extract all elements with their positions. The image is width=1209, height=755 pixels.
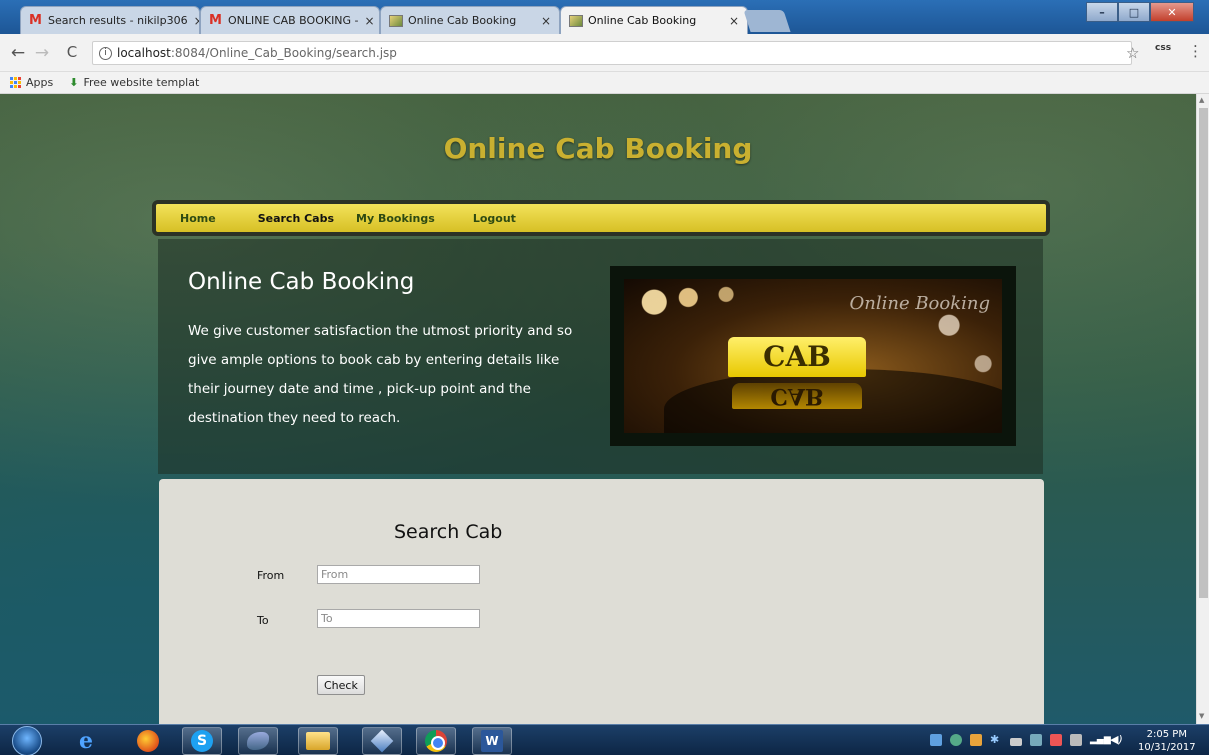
back-arrow-icon[interactable]: ← (8, 43, 28, 63)
page-icon (569, 14, 583, 27)
from-label: From (257, 569, 285, 582)
cab-sign-reflection: CAB (732, 383, 862, 409)
scroll-up-icon[interactable]: ▲ (1199, 96, 1204, 104)
scrollbar-thumb[interactable] (1199, 108, 1208, 598)
info-icon[interactable]: i (99, 46, 112, 60)
reload-icon[interactable]: C (62, 43, 82, 61)
search-title: Search Cab (394, 521, 503, 543)
taskbar-clock[interactable]: 2:05 PM 10/31/2017 (1138, 728, 1196, 754)
cab-banner-image: Online Booking CAB CAB (610, 266, 1016, 446)
gmail-icon: M (29, 12, 42, 28)
url-input[interactable]: i localhost:8084/Online_Cab_Booking/sear… (92, 41, 1132, 65)
chrome-icon[interactable] (416, 727, 456, 755)
firefox-icon[interactable] (128, 727, 168, 755)
to-input[interactable] (317, 609, 480, 628)
bookmark-star-icon[interactable]: ☆ (1126, 44, 1139, 62)
nav-my-bookings[interactable]: My Bookings (356, 212, 435, 225)
nav-search-cabs[interactable]: Search Cabs (258, 212, 334, 225)
nav-home[interactable]: Home (180, 212, 216, 225)
tab-title: ONLINE CAB BOOKING - (228, 14, 359, 27)
page-scrollbar[interactable]: ▲ ▼ (1196, 94, 1209, 724)
page-viewport: Online Cab Booking Home Search Cabs My B… (0, 94, 1196, 724)
bluetooth-icon[interactable]: ✱ (990, 734, 1002, 746)
volume-icon[interactable]: ◀) (1110, 734, 1123, 746)
tab-title: Online Cab Booking (408, 14, 517, 27)
word-icon[interactable]: W (472, 727, 512, 755)
clock-date: 10/31/2017 (1138, 742, 1196, 753)
tray-app-icon[interactable] (1070, 734, 1082, 746)
internet-explorer-icon[interactable]: e (66, 727, 106, 755)
bookmark-apps[interactable]: Apps (26, 76, 53, 89)
window-controls: – □ ✕ (1086, 2, 1194, 22)
address-bar: ← → C i localhost:8084/Online_Cab_Bookin… (0, 34, 1209, 72)
virtualbox-icon[interactable] (362, 727, 402, 755)
cab-sign: CAB (728, 337, 866, 377)
tab-close-icon[interactable]: × (359, 14, 375, 28)
url-host: localhost (117, 46, 171, 60)
menu-dots-icon[interactable]: ⋮ (1188, 42, 1203, 60)
bookmarks-bar: Apps ⬇ Free website templat (0, 72, 1209, 94)
apps-grid-icon (10, 77, 21, 88)
scroll-down-icon[interactable]: ▼ (1199, 712, 1204, 720)
hero-section: Online Cab Booking We give customer sati… (158, 239, 1043, 474)
tab-close-icon[interactable]: × (723, 14, 739, 28)
main-nav: Home Search Cabs My Bookings Logout (152, 200, 1050, 236)
tab-online-cab-booking-active[interactable]: Online Cab Booking × (560, 6, 748, 34)
check-button[interactable]: Check (317, 675, 365, 695)
network-app-icon[interactable] (930, 734, 942, 746)
system-tray: ✱ ▂▄▆ ◀) (930, 734, 1123, 746)
minimize-icon[interactable]: – (1086, 2, 1118, 22)
start-button[interactable] (12, 726, 42, 755)
tab-title: Search results - nikilp306 (48, 14, 188, 27)
folder-icon[interactable] (298, 727, 338, 755)
forward-arrow-icon[interactable]: → (32, 43, 52, 63)
tab-online-cab-booking[interactable]: Online Cab Booking × (380, 6, 560, 34)
nav-logout[interactable]: Logout (473, 212, 516, 225)
gmail-icon: M (209, 12, 222, 28)
new-tab-button[interactable] (743, 10, 791, 32)
action-center-flag-icon[interactable] (1050, 734, 1062, 746)
search-panel: Search Cab From To Check (159, 479, 1044, 724)
from-input[interactable] (317, 565, 480, 584)
tab-online-cab-booking-gmail[interactable]: M ONLINE CAB BOOKING - × (200, 6, 380, 34)
dolphin-icon[interactable] (238, 727, 278, 755)
css-extension-icon[interactable]: css (1155, 43, 1171, 53)
download-icon: ⬇ (69, 76, 79, 89)
tab-close-icon[interactable]: × (535, 14, 551, 28)
bookmark-free-website-templates[interactable]: Free website templat (83, 76, 199, 89)
site-title: Online Cab Booking (443, 132, 753, 165)
tab-title: Online Cab Booking (588, 14, 697, 27)
tray-app-icon[interactable] (970, 734, 982, 746)
close-window-icon[interactable]: ✕ (1150, 2, 1194, 22)
skype-icon[interactable]: S (182, 727, 222, 755)
drive-icon[interactable] (1010, 738, 1022, 746)
browser-tabstrip: M Search results - nikilp306 × M ONLINE … (0, 0, 1209, 34)
url-path: :8084/Online_Cab_Booking/search.jsp (170, 46, 397, 60)
page-icon (389, 14, 403, 27)
signal-icon[interactable]: ▂▄▆ (1090, 734, 1111, 746)
hero-heading: Online Cab Booking (188, 269, 415, 295)
to-label: To (257, 614, 269, 627)
tab-close-icon[interactable]: × (188, 14, 199, 28)
banner-script-text: Online Booking (849, 293, 990, 314)
tab-search-results[interactable]: M Search results - nikilp306 × (20, 6, 200, 34)
hero-description: We give customer satisfaction the utmost… (188, 323, 573, 426)
maximize-icon[interactable]: □ (1118, 2, 1150, 22)
tray-app-icon[interactable] (1030, 734, 1042, 746)
clock-time: 2:05 PM (1146, 729, 1187, 740)
windows-taskbar: e S W ✱ ▂▄▆ ◀) 2:05 PM 10/31/2017 (0, 724, 1209, 755)
tray-app-icon[interactable] (950, 734, 962, 746)
